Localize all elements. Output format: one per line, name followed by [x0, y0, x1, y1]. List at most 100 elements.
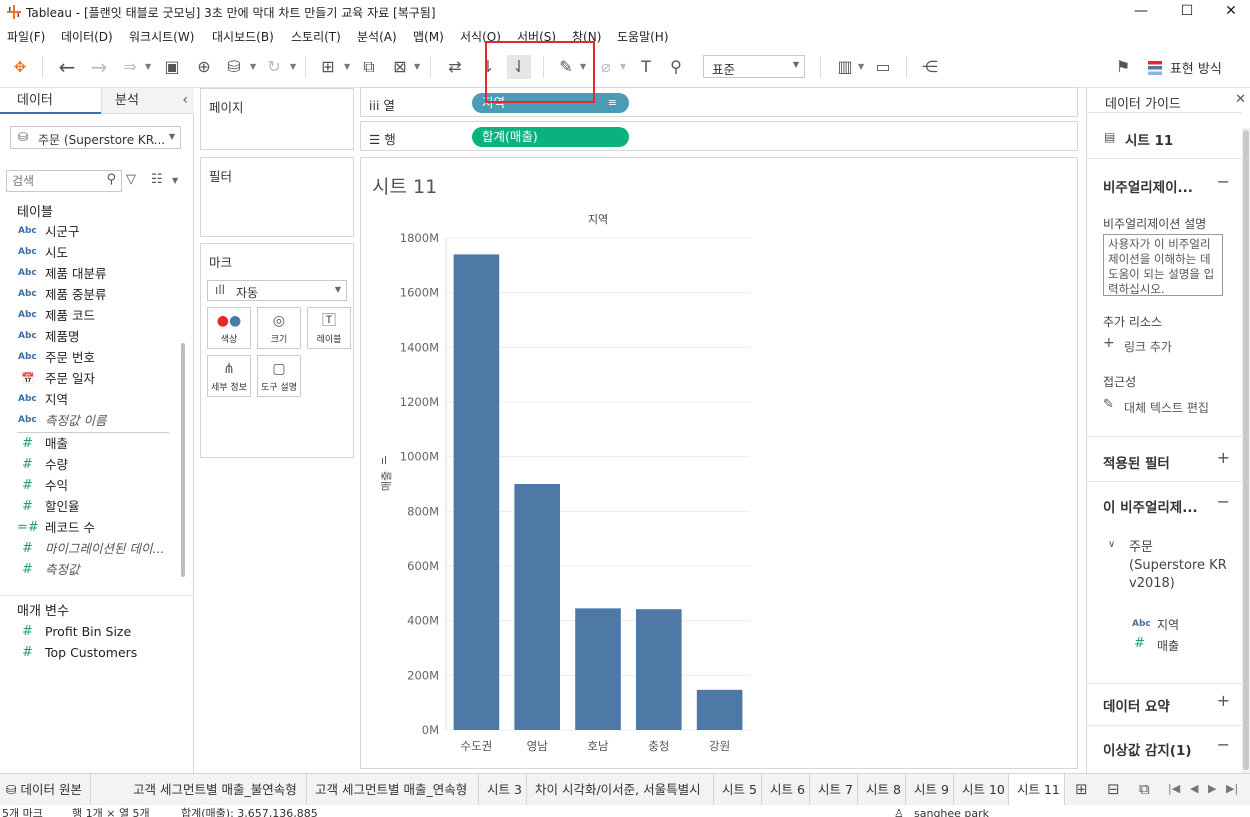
- collapse-icon[interactable]: ‹: [182, 92, 188, 108]
- format-painter-icon[interactable]: ⚑: [1111, 55, 1135, 79]
- collapse-section-icon[interactable]: −: [1217, 492, 1230, 511]
- field-item[interactable]: # 매출: [0, 433, 178, 454]
- show-cards-icon[interactable]: ▥: [833, 55, 857, 79]
- field-item[interactable]: Abc 측정값 이름: [0, 410, 178, 431]
- tableau-home-icon[interactable]: ✥: [8, 55, 32, 79]
- group-members-icon[interactable]: ⌀: [594, 55, 618, 79]
- last-tab-icon[interactable]: ▶|: [1226, 782, 1238, 795]
- tab-analysis[interactable]: 분석 ‹: [101, 88, 194, 114]
- field-item[interactable]: Abc 시군구: [0, 221, 178, 242]
- color-button[interactable]: ●● 색상: [207, 307, 251, 349]
- new-worksheet-icon[interactable]: ⊞: [316, 55, 340, 79]
- menu-dashboard[interactable]: 대시보드(B): [212, 28, 274, 45]
- menu-story[interactable]: 스토리(T): [291, 28, 341, 45]
- fit-select[interactable]: 표준 ▼: [703, 55, 805, 78]
- detail-button[interactable]: ⋔ 세부 정보: [207, 355, 251, 397]
- sheet-tab[interactable]: 차이 시각화/이서준, 서울특별시: [527, 774, 714, 806]
- size-button[interactable]: ◎ 크기: [257, 307, 301, 349]
- first-tab-icon[interactable]: |◀: [1168, 782, 1180, 795]
- pages-card[interactable]: 페이지: [200, 88, 354, 150]
- next-tab-icon[interactable]: ▶: [1208, 782, 1216, 795]
- duplicate-icon[interactable]: ⧉: [357, 55, 381, 79]
- label-button[interactable]: 🅃 레이블: [307, 307, 351, 349]
- edit-alt-text-button[interactable]: 대체 텍스트 편집: [1124, 399, 1209, 416]
- field-item[interactable]: 📅 주문 일자: [0, 368, 178, 389]
- swap-icon[interactable]: ⇄: [443, 55, 467, 79]
- close-window-button[interactable]: ✕: [1208, 0, 1250, 24]
- bar[interactable]: [575, 608, 621, 730]
- sheet-tab[interactable]: 시트 3: [479, 774, 527, 806]
- filters-card[interactable]: 필터: [200, 157, 354, 237]
- undo-icon[interactable]: ←: [55, 55, 79, 79]
- menu-map[interactable]: 맵(M): [413, 28, 444, 45]
- replay-icon[interactable]: ⇒: [118, 55, 142, 79]
- field-item[interactable]: Abc 제품 중분류: [0, 284, 178, 305]
- menu-worksheet[interactable]: 워크시트(W): [129, 28, 194, 45]
- scrollbar-thumb[interactable]: [181, 343, 185, 577]
- scrollbar-thumb[interactable]: [1243, 130, 1249, 770]
- sheet-tab[interactable]: 시트 7: [810, 774, 858, 806]
- menu-data[interactable]: 데이터(D): [61, 28, 113, 45]
- bar[interactable]: [636, 609, 682, 730]
- show-labels-icon[interactable]: T: [634, 55, 658, 79]
- sheet-tab[interactable]: 시트 11: [1009, 774, 1065, 806]
- viz-section-header[interactable]: 비주얼리제이...: [1103, 176, 1193, 196]
- show-me-button[interactable]: 표현 방식: [1148, 58, 1222, 78]
- field-item[interactable]: # 할인율: [0, 496, 178, 517]
- tab-data[interactable]: 데이터: [0, 88, 101, 114]
- field-item[interactable]: Abc 시도: [0, 242, 178, 263]
- redo-icon[interactable]: →: [87, 55, 111, 79]
- presentation-icon[interactable]: ▭: [871, 55, 895, 79]
- new-datasource-icon[interactable]: ⊕: [192, 55, 216, 79]
- applied-filters-header[interactable]: 적용된 필터: [1103, 452, 1170, 472]
- view-options-icon[interactable]: ☷: [151, 172, 163, 187]
- close-icon[interactable]: ✕: [1235, 92, 1246, 107]
- this-viz-header[interactable]: 이 비주얼리제...: [1103, 496, 1198, 516]
- field-item[interactable]: # Top Customers: [0, 642, 178, 663]
- bar[interactable]: [696, 689, 743, 730]
- status-user[interactable]: sanghee park: [914, 807, 989, 817]
- rows-pill[interactable]: 합계(매출): [472, 127, 629, 147]
- save-icon[interactable]: ▣: [160, 55, 184, 79]
- field-item[interactable]: # Profit Bin Size: [0, 621, 178, 642]
- expand-section-icon[interactable]: +: [1217, 448, 1230, 467]
- new-worksheet-tab-icon[interactable]: ⊞: [1075, 780, 1088, 798]
- chevron-down-icon[interactable]: ▼: [172, 176, 178, 185]
- sheet-tab[interactable]: 시트 10: [954, 774, 1009, 806]
- field-item[interactable]: # 수익: [0, 475, 178, 496]
- share-icon[interactable]: ⋲: [918, 55, 942, 79]
- sheet-tab[interactable]: 시트 9: [906, 774, 954, 806]
- viz-description-textarea[interactable]: 사용자가 이 비주얼리제이션을 이해하는 데 도움이 되는 설명을 입력하십시오…: [1103, 234, 1223, 296]
- data-summary-header[interactable]: 데이터 요약: [1103, 695, 1170, 715]
- field-item[interactable]: Abc 주문 번호: [0, 347, 178, 368]
- field-item[interactable]: # 마이그레이션된 데이...: [0, 538, 178, 559]
- field-item[interactable]: Abc 제품명: [0, 326, 178, 347]
- menu-file[interactable]: 파일(F): [7, 28, 45, 45]
- tab-datasource[interactable]: ⛁ 데이터 원본: [0, 774, 91, 806]
- search-input[interactable]: [12, 173, 102, 189]
- menu-analysis[interactable]: 분석(A): [357, 28, 397, 45]
- field-item[interactable]: Abc 제품 대분류: [0, 263, 178, 284]
- expand-section-icon[interactable]: +: [1217, 691, 1230, 710]
- new-story-tab-icon[interactable]: ⧉: [1139, 780, 1150, 798]
- datasource-icon[interactable]: ⛁: [222, 55, 246, 79]
- add-link-button[interactable]: 링크 추가: [1124, 338, 1172, 355]
- rows-shelf[interactable]: ☰ 행 합계(매출): [360, 121, 1078, 151]
- field-item[interactable]: Abc 지역: [0, 389, 178, 410]
- field-item[interactable]: # 측정값: [0, 559, 178, 580]
- sheet-tab[interactable]: 고객 세그먼트별 매출_연속형: [307, 774, 479, 806]
- sheet-tab[interactable]: 시트 6: [762, 774, 810, 806]
- previous-tab-icon[interactable]: ◀: [1190, 782, 1198, 795]
- pin-axes-icon[interactable]: ⚲: [664, 55, 688, 79]
- bar[interactable]: [453, 254, 500, 730]
- field-item[interactable]: # 수량: [0, 454, 178, 475]
- maximize-button[interactable]: ☐: [1164, 0, 1210, 24]
- field-item[interactable]: =# 레코드 수: [0, 517, 178, 538]
- collapse-section-icon[interactable]: −: [1217, 735, 1230, 754]
- menu-help[interactable]: 도움말(H): [617, 28, 669, 45]
- scrollbar[interactable]: [1242, 128, 1250, 773]
- bar[interactable]: [514, 484, 560, 730]
- refresh-icon[interactable]: ↻: [262, 55, 286, 79]
- search-field[interactable]: ⚲: [6, 170, 122, 192]
- clear-sheet-icon[interactable]: ⊠: [388, 55, 412, 79]
